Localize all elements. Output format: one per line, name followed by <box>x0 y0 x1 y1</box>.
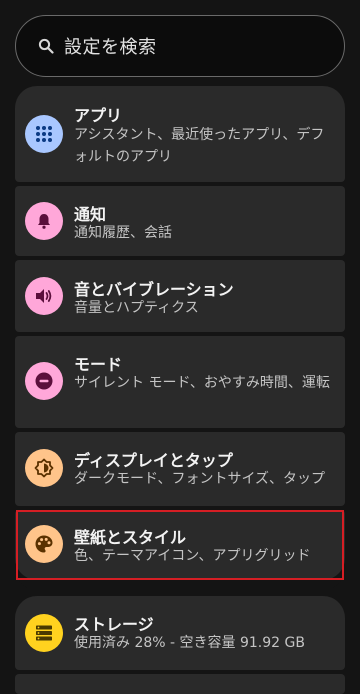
search-bar[interactable]: 設定を検索 <box>15 15 345 77</box>
bell-icon <box>35 212 53 230</box>
settings-item-subtitle: 使用済み 28% - 空き容量 91.92 GB <box>74 635 305 651</box>
settings-item-storage[interactable]: ストレージ 使用済み 28% - 空き容量 91.92 GB <box>15 596 345 670</box>
settings-item-subtitle: ダークモード、フォントサイズ、タップ <box>74 471 326 487</box>
volume-icon <box>34 287 54 305</box>
settings-item-sound[interactable]: 音とバイブレーション 音量とハプティクス <box>15 260 345 332</box>
settings-item-modes[interactable]: モード サイレント モード、おやすみ時間、運転 <box>15 336 345 428</box>
settings-item-notifications[interactable]: 通知 通知履歴、会話 <box>15 186 345 256</box>
settings-item-title: アプリ <box>74 106 123 125</box>
settings-item-next-partial[interactable] <box>15 674 345 694</box>
storage-icon <box>34 624 54 642</box>
storage-icon-circle <box>25 614 63 652</box>
settings-item-display[interactable]: ディスプレイとタップ ダークモード、フォントサイズ、タップ <box>15 432 345 506</box>
sound-icon-circle <box>25 277 63 315</box>
apps-icon-circle <box>25 115 63 153</box>
do-not-disturb-icon <box>34 371 54 391</box>
wallpaper-icon-circle <box>25 525 63 563</box>
settings-item-subtitle: 通知履歴、会話 <box>74 225 172 241</box>
settings-item-apps[interactable]: アプリ アシスタント、最近使ったアプリ、デフォルトのアプリ <box>15 86 345 182</box>
palette-icon <box>34 534 54 554</box>
modes-icon-circle <box>25 362 63 400</box>
settings-item-wallpaper-style[interactable]: 壁紙とスタイル 色、テーマアイコン、アプリグリッド <box>15 510 345 580</box>
settings-item-subtitle: サイレント モード、おやすみ時間、運転 <box>74 375 330 391</box>
brightness-icon <box>34 458 54 478</box>
apps-grid-icon <box>35 125 53 143</box>
search-icon <box>38 38 54 54</box>
display-icon-circle <box>25 449 63 487</box>
settings-item-subtitle: アシスタント、最近使ったアプリ、デフォルトのアプリ <box>74 127 325 165</box>
settings-item-subtitle: 色、テーマアイコン、アプリグリッド <box>74 548 311 564</box>
notifications-icon-circle <box>25 202 63 240</box>
search-placeholder: 設定を検索 <box>64 37 157 58</box>
settings-item-subtitle: 音量とハプティクス <box>74 300 199 316</box>
